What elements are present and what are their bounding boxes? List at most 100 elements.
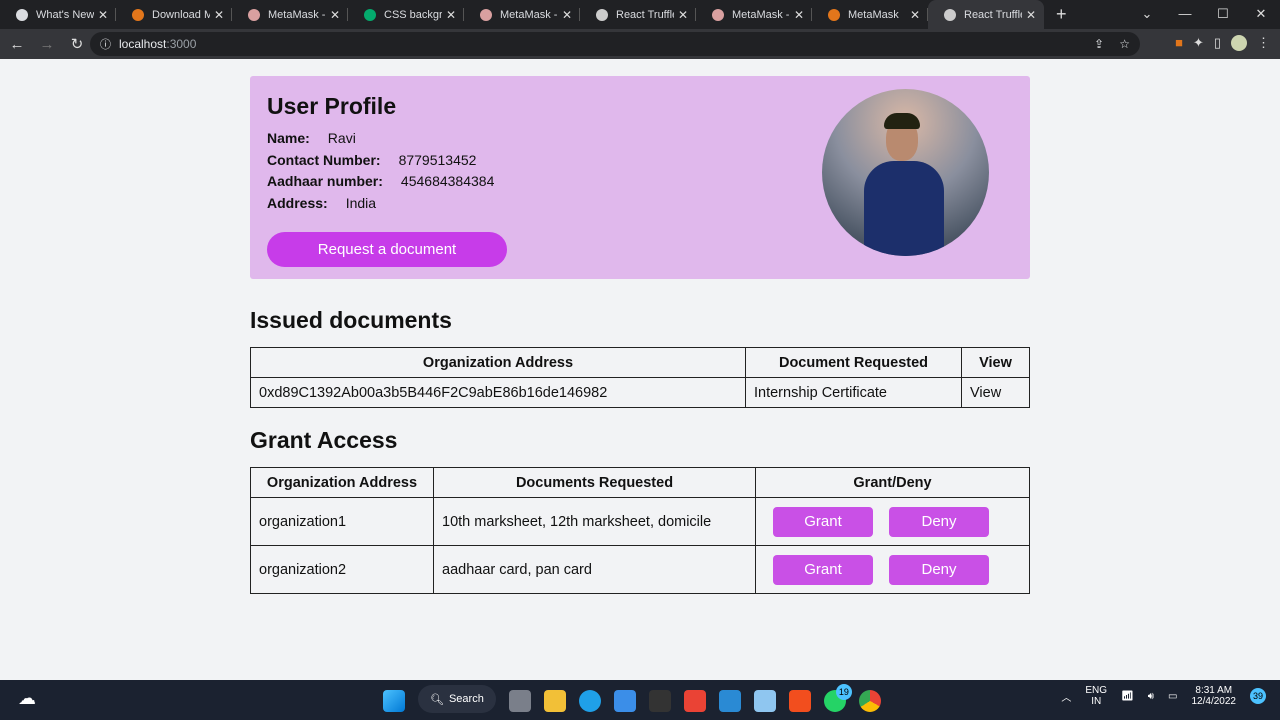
org-cell: organization1 <box>250 497 434 546</box>
browser-tab[interactable]: Download Me ✕ <box>116 0 232 29</box>
browser-tab[interactable]: MetaMask - C ✕ <box>464 0 580 29</box>
terminal-icon[interactable] <box>648 689 671 712</box>
task-view-icon[interactable] <box>508 689 531 712</box>
taskbar: ☁ 🔍︎ Search 19 ︿ ENG IN 📶︎ 🔊︎ ▭ 8:31 AM 12/… <box>0 680 1280 720</box>
tab-title: MetaMask - C <box>500 8 558 21</box>
browser-tab[interactable]: What's New ✕ <box>0 0 116 29</box>
chrome-icon[interactable] <box>858 689 881 712</box>
back-icon[interactable]: ← <box>4 36 30 53</box>
extensions-icon[interactable]: ✦ <box>1193 35 1204 51</box>
deny-button[interactable]: Deny <box>889 554 989 585</box>
field-value: 8779513452 <box>398 151 477 168</box>
favicon-icon <box>248 8 260 21</box>
forward-icon[interactable]: → <box>34 36 60 53</box>
battery-icon[interactable]: ▭ <box>1168 691 1177 702</box>
whatsapp-icon[interactable]: 19 <box>823 683 852 712</box>
info-icon[interactable]: ⓘ <box>100 36 111 52</box>
gmail-icon[interactable] <box>683 689 706 712</box>
column-header: Documents Requested <box>433 467 756 498</box>
weather-icon[interactable]: ☁ <box>18 688 36 709</box>
start-icon[interactable] <box>383 689 405 712</box>
view-link[interactable]: View <box>961 377 1030 408</box>
volume-icon[interactable]: 🔊︎ <box>1148 691 1154 702</box>
grant-access-title: Grant Access <box>250 427 398 453</box>
wifi-icon[interactable]: 📶︎ <box>1121 691 1134 702</box>
favicon-icon <box>480 8 492 21</box>
notepad-icon[interactable] <box>753 689 776 712</box>
browser-tab[interactable]: CSS backgrou ✕ <box>348 0 464 29</box>
region: IN <box>1091 696 1102 707</box>
org-cell: organization2 <box>250 545 434 594</box>
browser-tab[interactable]: MetaMask ✕ <box>812 0 928 29</box>
issued-documents-title: Issued documents <box>250 307 452 333</box>
side-panel-icon[interactable]: ▯ <box>1214 35 1221 51</box>
docs-cell: 10th marksheet, 12th marksheet, domicile <box>433 497 756 546</box>
tab-search-icon[interactable]: ⌄ <box>1128 0 1166 27</box>
close-tab-icon[interactable]: ✕ <box>794 8 804 22</box>
edge-icon[interactable] <box>578 689 601 712</box>
figma-icon[interactable] <box>788 689 811 712</box>
column-header: Organization Address <box>250 467 434 498</box>
search-label: Search <box>448 693 484 705</box>
field-label: Address: <box>267 194 328 211</box>
grant-button[interactable]: Grant <box>773 506 873 537</box>
file-explorer-icon[interactable] <box>543 689 566 712</box>
browser-tab[interactable]: MetaMask - C ✕ <box>696 0 812 29</box>
search-button[interactable]: 🔍︎ Search <box>418 685 496 713</box>
store-icon[interactable] <box>613 689 636 712</box>
close-tab-icon[interactable]: ✕ <box>562 8 572 22</box>
tab-title: React Truffle B <box>616 8 674 21</box>
new-tab-button[interactable]: + <box>1056 4 1067 25</box>
close-tab-icon[interactable]: ✕ <box>330 8 340 22</box>
clock[interactable]: 8:31 AM 12/4/2022 <box>1192 685 1237 707</box>
close-tab-icon[interactable]: ✕ <box>446 8 456 22</box>
close-tab-icon[interactable]: ✕ <box>98 8 108 22</box>
close-tab-icon[interactable]: ✕ <box>678 8 688 22</box>
tab-title: CSS backgrou <box>384 8 442 21</box>
browser-tab[interactable]: React Truffle B ✕ <box>580 0 696 29</box>
close-tab-icon[interactable]: ✕ <box>214 8 224 22</box>
favicon-icon <box>364 8 376 21</box>
maximize-button[interactable]: ☐ <box>1204 0 1242 27</box>
time: 8:31 AM <box>1195 685 1233 696</box>
document-cell: Internship Certificate <box>745 377 962 408</box>
issued-documents-table: Organization Address Document Requested Vi… <box>250 347 1030 408</box>
star-icon[interactable]: ☆ <box>1119 37 1130 51</box>
menu-icon[interactable]: ⋮ <box>1257 35 1270 51</box>
metamask-extension-icon[interactable]: ■ <box>1175 35 1183 51</box>
tray-chevron-icon[interactable]: ︿ <box>1061 689 1071 704</box>
close-window-button[interactable]: ✕ <box>1242 0 1280 27</box>
url-input[interactable]: ⓘ localhost:3000 ⇪ ☆ <box>90 32 1140 56</box>
browser-tab[interactable]: React Truffle B ✕ <box>928 0 1044 29</box>
close-tab-icon[interactable]: ✕ <box>1026 8 1036 22</box>
table-row: organization2 aadhaar card, pan card Gra… <box>250 545 1030 594</box>
profile-photo <box>822 89 989 256</box>
language-indicator[interactable]: ENG IN <box>1085 685 1107 707</box>
tab-strip: What's New✕Download Me✕MetaMask - C✕CSS … <box>0 0 1280 29</box>
grant-button[interactable]: Grant <box>773 554 873 585</box>
url-host: localhost <box>119 37 167 51</box>
minimize-button[interactable]: — <box>1166 0 1204 27</box>
address-bar: ← → ↻ ⓘ localhost:3000 ⇪ ☆ ■ ✦ ▯ ⋮ <box>0 29 1280 59</box>
column-header: Document Requested <box>745 347 962 378</box>
tab-title: Download Me <box>152 8 210 21</box>
browser-tab[interactable]: MetaMask - C ✕ <box>232 0 348 29</box>
tab-title: MetaMask - C <box>268 8 326 21</box>
search-icon: 🔍︎ <box>430 693 444 706</box>
deny-button[interactable]: Deny <box>889 506 989 537</box>
favicon-icon <box>712 8 724 21</box>
table-row: 0xd89C1392Ab00a3b5B446F2C9abE86b16de1469… <box>250 377 1030 408</box>
favicon-icon <box>132 8 144 21</box>
request-document-button[interactable]: Request a document <box>267 232 507 267</box>
field-value: Ravi <box>327 130 356 146</box>
profile-avatar-icon[interactable] <box>1231 35 1247 51</box>
share-icon[interactable]: ⇪ <box>1094 37 1104 51</box>
close-tab-icon[interactable]: ✕ <box>910 8 920 22</box>
favicon-icon <box>16 8 28 21</box>
vscode-icon[interactable] <box>718 689 741 712</box>
reload-icon[interactable]: ↻ <box>64 35 90 53</box>
column-header: Grant/Deny <box>755 467 1030 498</box>
field-label: Aadhaar number: <box>267 173 383 189</box>
field-value: 454684384384 <box>400 173 495 189</box>
notification-badge[interactable]: 39 <box>1250 688 1266 704</box>
